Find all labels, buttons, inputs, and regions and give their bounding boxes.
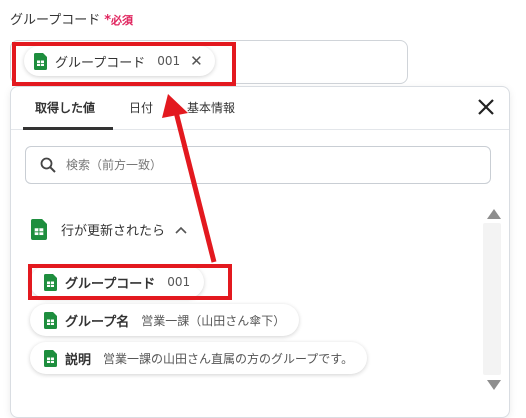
- active-tab-indicator: [23, 127, 113, 130]
- tab-date[interactable]: 日付: [129, 87, 153, 129]
- scroll-down-arrow-icon[interactable]: [487, 380, 501, 390]
- tab-basic-info[interactable]: 基本情報: [187, 87, 235, 129]
- required-text: 必須: [111, 14, 134, 27]
- search-box[interactable]: [25, 146, 491, 184]
- chip-name: グループコード: [55, 55, 146, 71]
- item-value: 営業一課（山田さん傘下）: [141, 313, 286, 328]
- tab-retrieved-values[interactable]: 取得した値: [35, 87, 95, 129]
- google-sheets-icon: [44, 311, 57, 329]
- section-header[interactable]: 行が更新されたら: [31, 219, 187, 240]
- item-value: 営業一課の山田さん直属の方のグループです。: [103, 351, 354, 366]
- field-label-text: グループコード: [10, 13, 101, 28]
- item-name: グループコード: [65, 276, 156, 292]
- field-label: グループコード *必須: [10, 9, 133, 28]
- item-name: 説明: [65, 352, 92, 368]
- search-input[interactable]: [64, 157, 468, 173]
- google-sheets-icon: [44, 349, 57, 367]
- value-item-description[interactable]: 説明 営業一課の山田さん直属の方のグループです。: [30, 342, 368, 374]
- google-sheets-icon: [44, 273, 57, 291]
- scroll-up-arrow-icon[interactable]: [487, 209, 501, 219]
- selected-value-chip[interactable]: グループコード 001 ✕: [24, 46, 215, 76]
- search-icon: [40, 157, 56, 173]
- google-sheets-icon: [34, 52, 47, 70]
- value-item-group-code[interactable]: グループコード 001: [30, 266, 205, 298]
- chip-value: 001: [157, 54, 181, 68]
- item-value: 001: [167, 275, 191, 289]
- chevron-up-icon[interactable]: [175, 226, 187, 234]
- scrollbar-track[interactable]: [483, 223, 501, 375]
- section-title: 行が更新されたら: [61, 224, 166, 239]
- remove-chip-icon[interactable]: ✕: [190, 52, 203, 70]
- close-icon[interactable]: [475, 96, 497, 118]
- value-item-group-name[interactable]: グループ名 営業一課（山田さん傘下）: [30, 304, 300, 336]
- item-name: グループ名: [65, 314, 130, 330]
- tab-bar: 取得した値 日付 基本情報: [11, 87, 509, 130]
- google-sheets-icon: [31, 219, 47, 240]
